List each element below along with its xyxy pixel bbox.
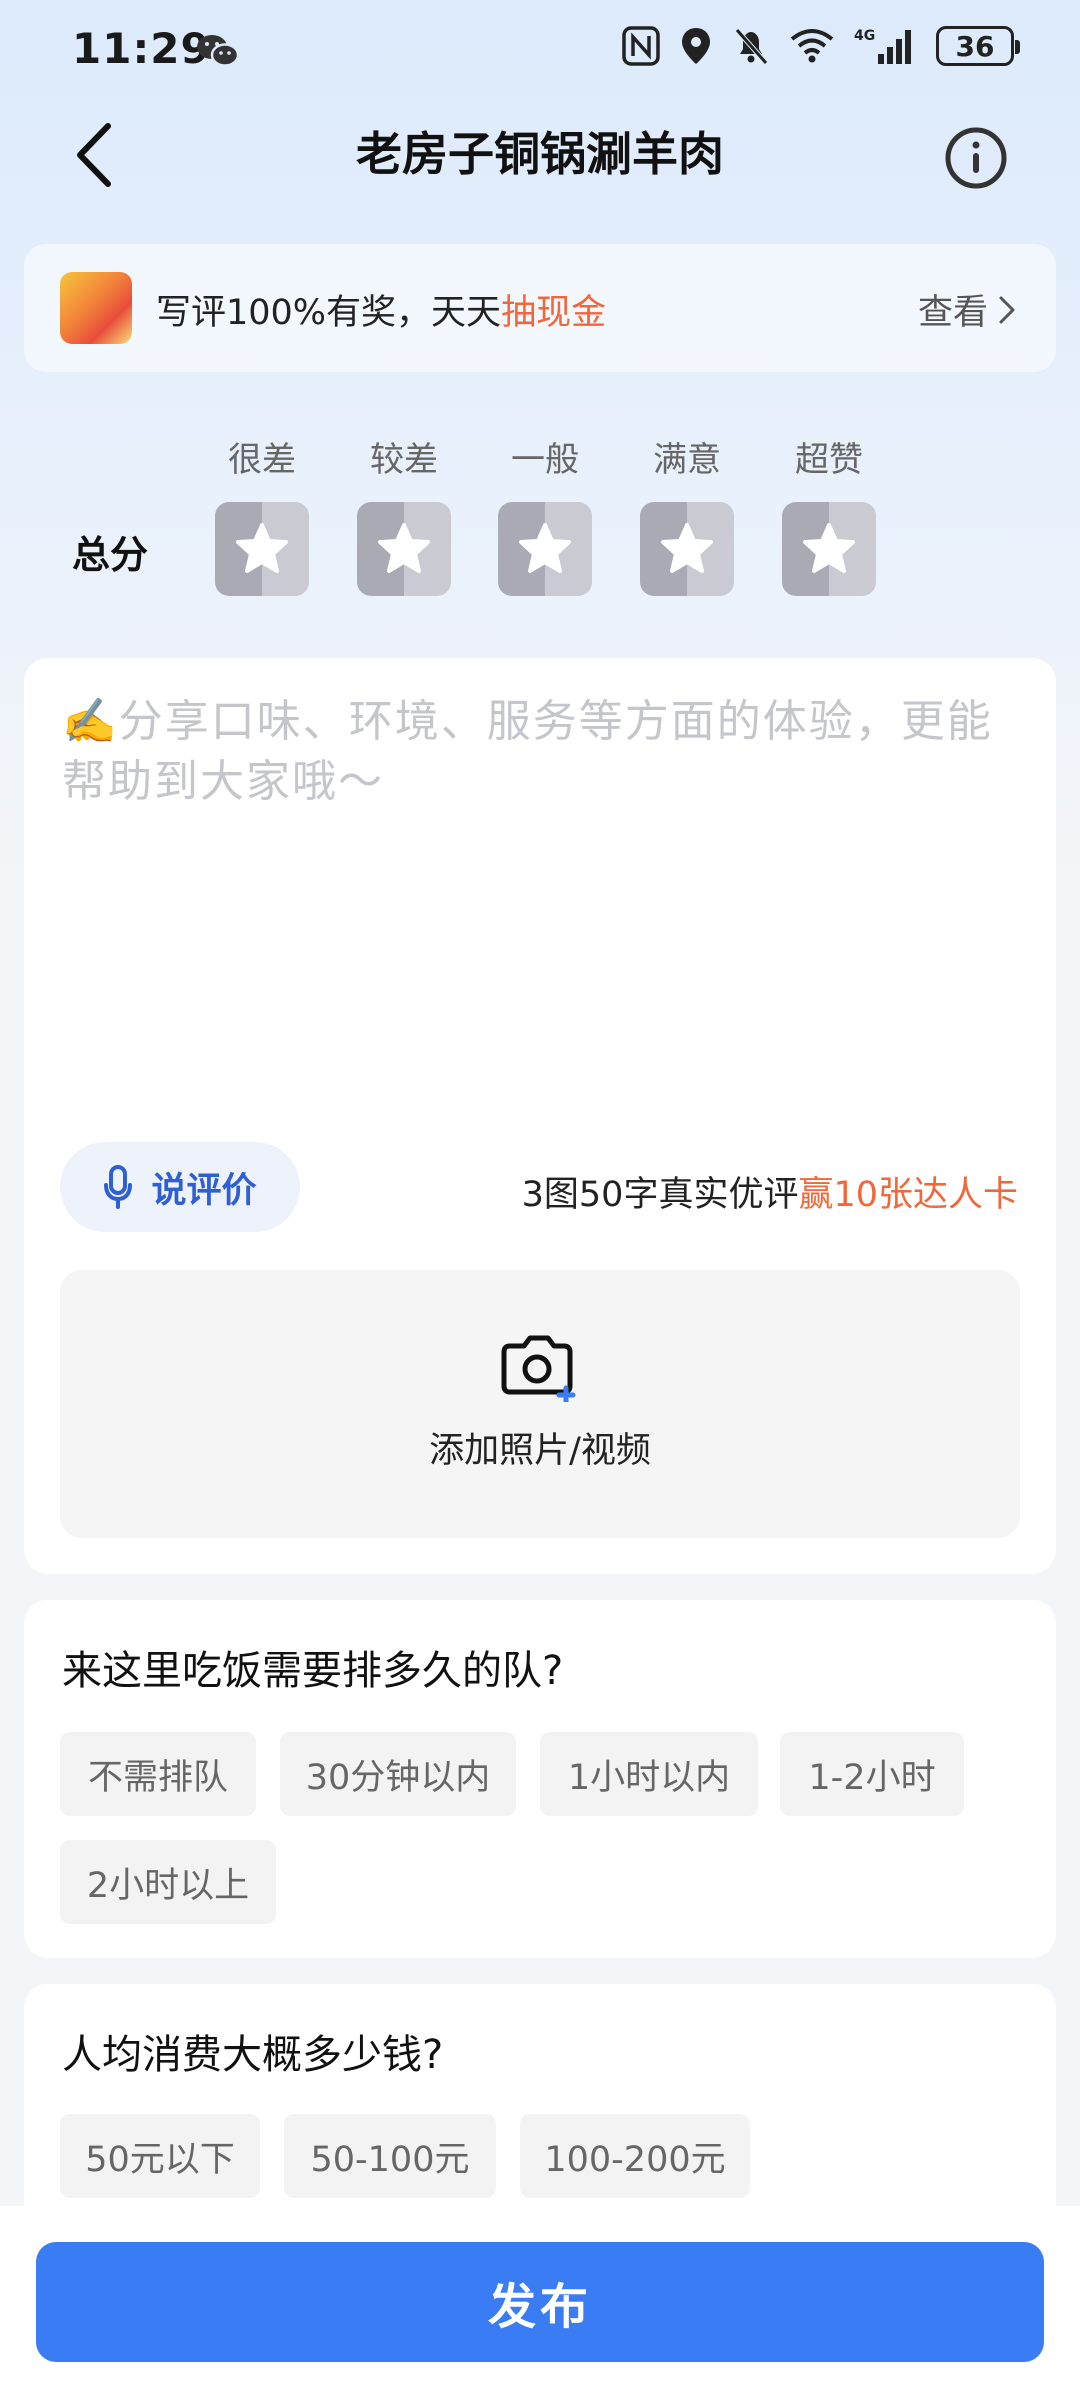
price-option-chip[interactable]: 50-100元 xyxy=(284,2114,496,2198)
queue-question-title: 来这里吃饭需要排多久的队? xyxy=(62,1648,564,1694)
queue-option-chip[interactable]: 2小时以上 xyxy=(60,1840,276,1924)
rating-level-label: 较差 xyxy=(370,440,438,480)
microphone-icon xyxy=(104,1165,133,1209)
queue-question-card: 来这里吃饭需要排多久的队? 不需排队 30分钟以内 1小时以内 1-2小时 2小… xyxy=(24,1600,1056,1958)
battery-icon: 36 xyxy=(936,26,1020,66)
svg-text:4G: 4G xyxy=(854,28,875,44)
status-bar: 11:29 4G 36 xyxy=(0,0,1080,100)
promo-thumbnail xyxy=(60,272,132,344)
location-icon xyxy=(682,28,710,64)
queue-option-chip[interactable]: 1小时以内 xyxy=(540,1732,758,1816)
mute-bell-icon xyxy=(735,28,768,65)
total-score-label: 总分 xyxy=(72,533,149,577)
promo-text: 写评100%有奖，天天抽现金 xyxy=(156,284,606,335)
nfc-icon xyxy=(622,26,660,66)
rating-star-2[interactable] xyxy=(357,502,451,596)
price-question-card: 人均消费大概多少钱? 50元以下 50-100元 100-200元 xyxy=(24,1984,1056,2244)
add-media-button[interactable]: 添加照片/视频 xyxy=(60,1270,1020,1538)
rating-star-4[interactable] xyxy=(640,502,734,596)
star-icon xyxy=(661,523,713,573)
star-icon xyxy=(378,523,430,573)
star-icon xyxy=(803,523,855,573)
promo-text-prefix: 写评100%有奖，天天 xyxy=(156,293,502,333)
page-title: 老房子铜锅涮羊肉 xyxy=(356,127,724,181)
reward-hint-highlight: 赢10张达人卡 xyxy=(798,1175,1018,1215)
info-button[interactable] xyxy=(944,126,1008,190)
promo-banner[interactable]: 写评100%有奖，天天抽现金 查看 xyxy=(24,244,1056,372)
wechat-icon xyxy=(196,32,240,74)
voice-review-button[interactable]: 说评价 xyxy=(60,1142,300,1232)
add-media-label: 添加照片/视频 xyxy=(429,1431,651,1471)
star-icon xyxy=(236,523,288,573)
status-icons: 4G 36 xyxy=(622,26,1020,66)
rating-star-1[interactable] xyxy=(215,502,309,596)
rating-level-label: 满意 xyxy=(653,440,721,480)
voice-review-label: 说评价 xyxy=(151,1170,257,1211)
rating-star-5[interactable] xyxy=(782,502,876,596)
price-option-chip[interactable]: 50元以下 xyxy=(60,2114,260,2198)
wifi-icon xyxy=(790,29,834,63)
signal-4g-icon: 4G xyxy=(854,28,911,64)
review-text-input[interactable]: ✍️分享口味、环境、服务等方面的体验，更能帮助到大家哦～ xyxy=(62,692,1022,812)
price-option-chip[interactable]: 100-200元 xyxy=(520,2114,750,2198)
info-icon xyxy=(945,127,1007,189)
queue-option-chip[interactable]: 1-2小时 xyxy=(780,1732,964,1816)
chevron-right-icon xyxy=(999,296,1015,323)
rating-level-label: 很差 xyxy=(228,440,296,480)
queue-option-chip[interactable]: 不需排队 xyxy=(60,1732,256,1816)
reward-hint-prefix: 3图50字真实优评 xyxy=(521,1175,799,1215)
publish-button[interactable]: 发布 xyxy=(36,2242,1044,2362)
status-time: 11:29 xyxy=(72,24,211,73)
rating-level-label: 超赞 xyxy=(795,440,863,480)
queue-option-chip[interactable]: 30分钟以内 xyxy=(280,1732,516,1816)
rating-star-3[interactable] xyxy=(498,502,592,596)
reward-hint: 3图50字真实优评赢10张达人卡 xyxy=(522,1166,1018,1217)
promo-view-link[interactable]: 查看 xyxy=(918,284,1016,335)
price-question-title: 人均消费大概多少钱? xyxy=(62,2032,444,2078)
camera-plus-icon xyxy=(500,1330,582,1406)
promo-view-label: 查看 xyxy=(917,293,988,333)
rating-level-label: 一般 xyxy=(511,440,579,480)
promo-text-highlight: 抽现金 xyxy=(501,293,607,333)
star-icon xyxy=(519,523,571,573)
